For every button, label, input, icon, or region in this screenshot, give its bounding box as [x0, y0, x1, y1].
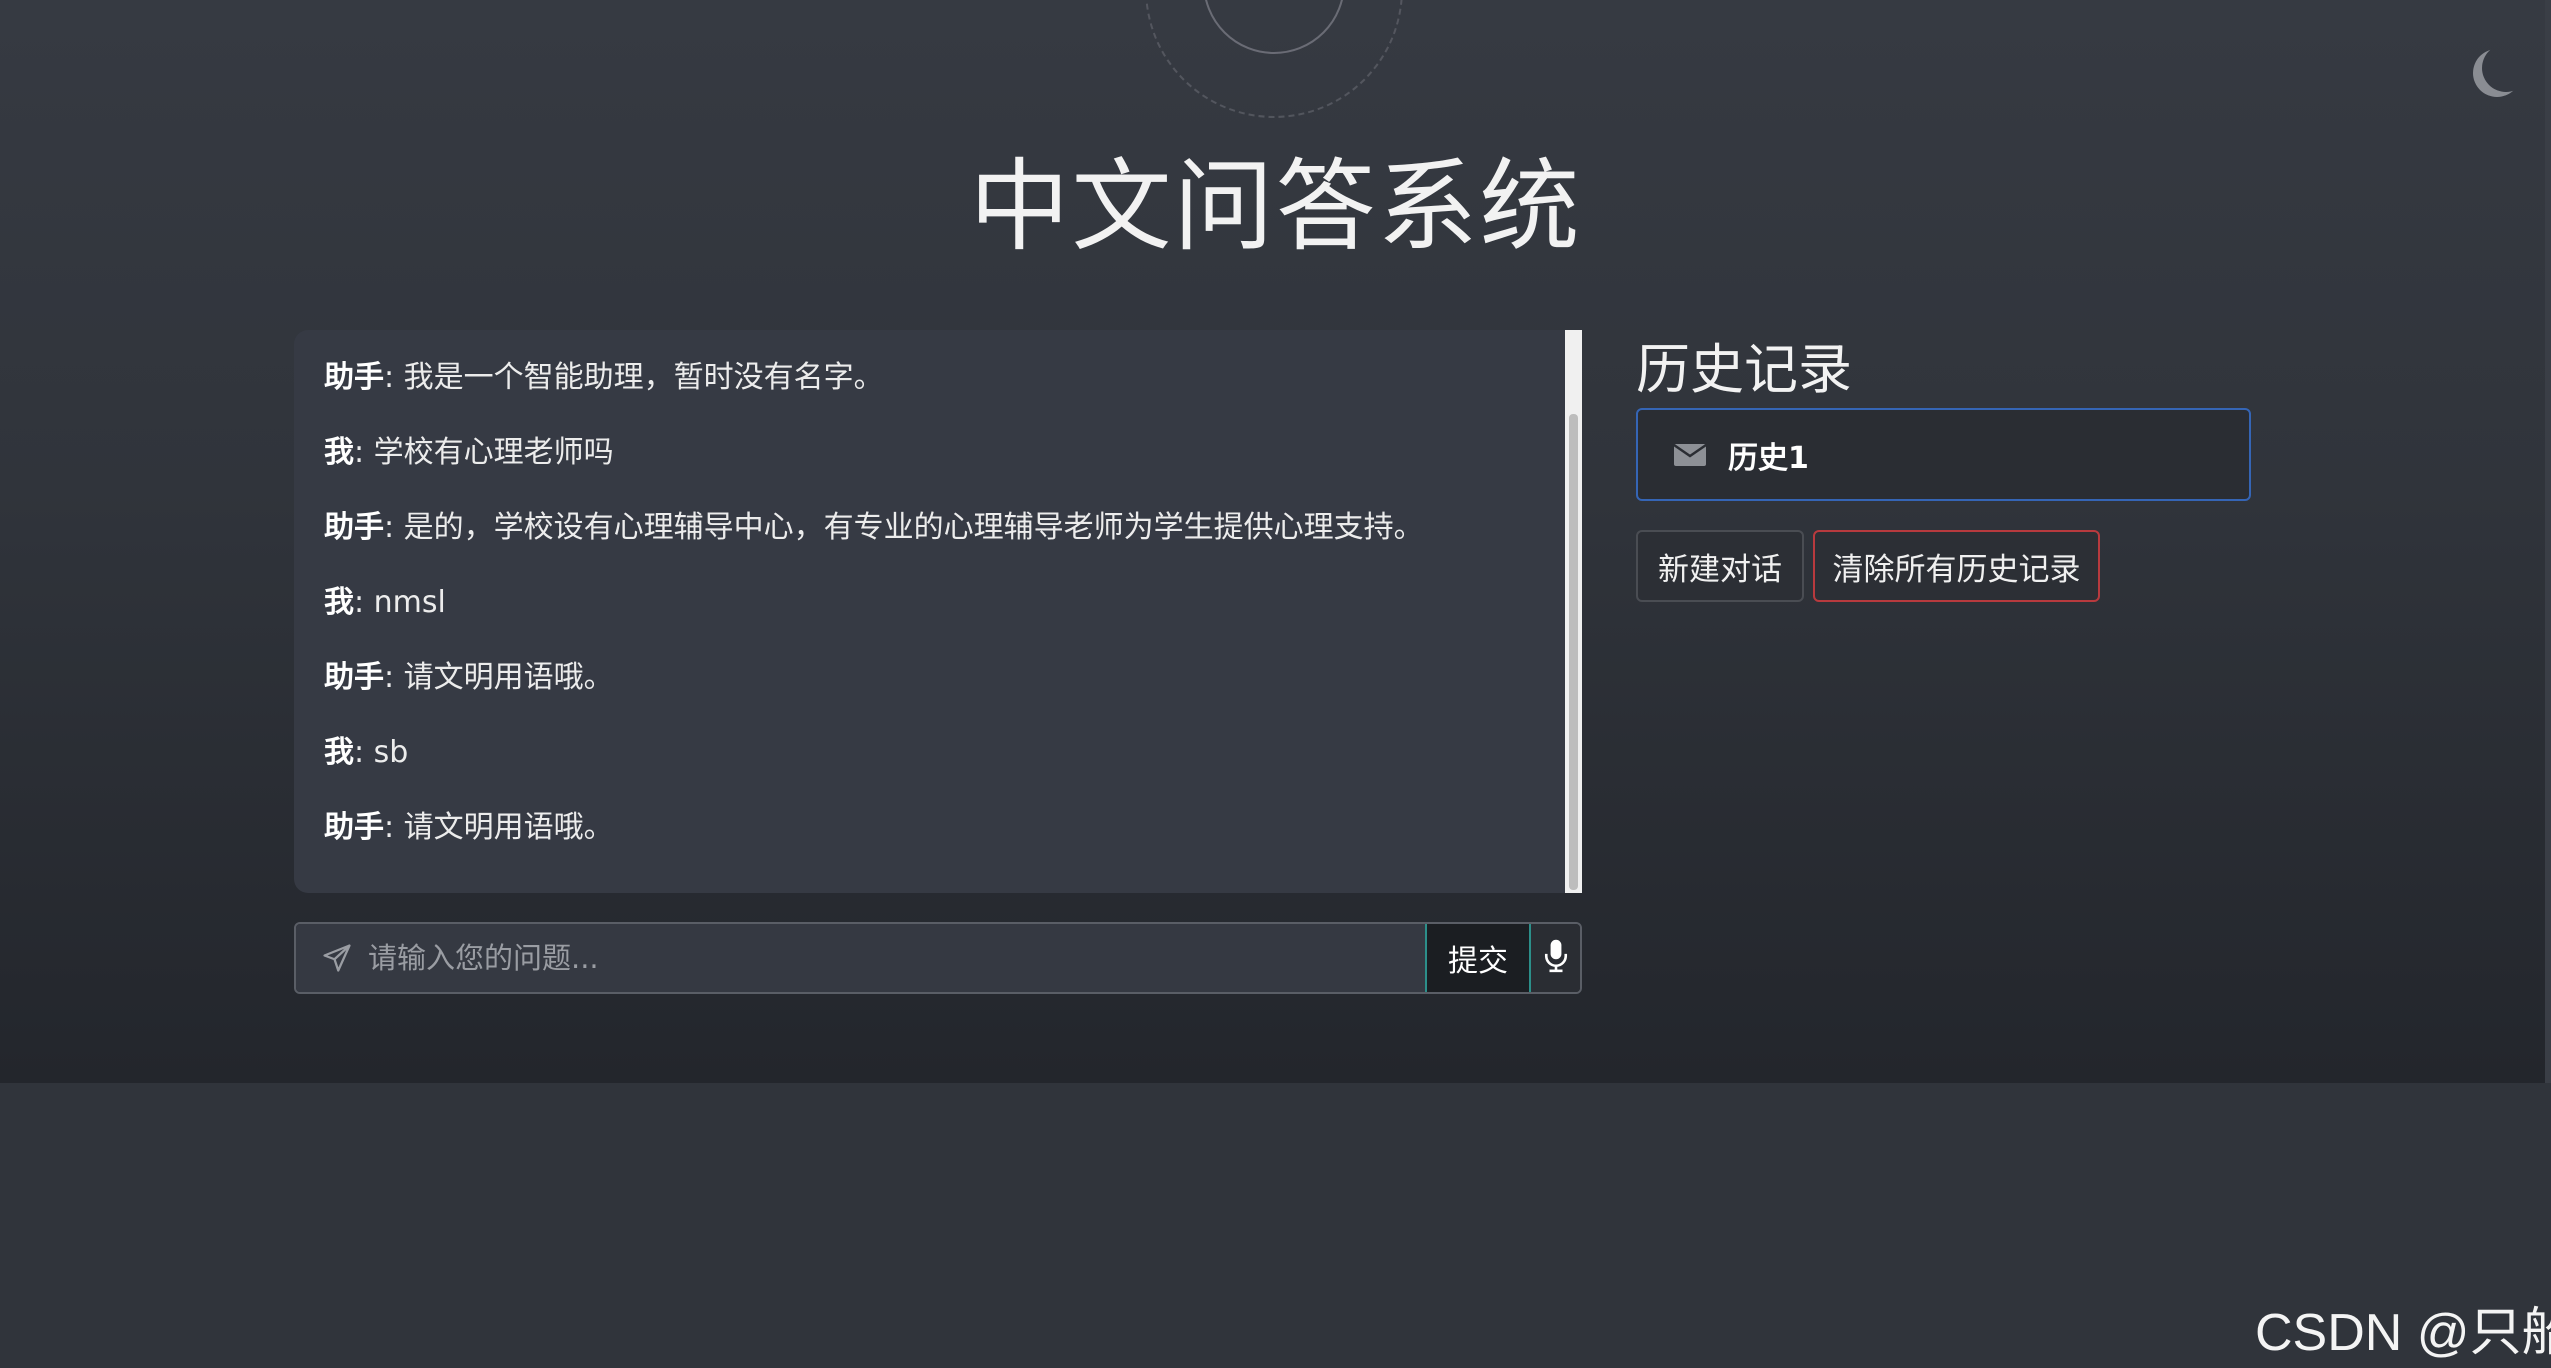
- chat-message: 助手: 是的，学校设有心理辅导中心，有专业的心理辅导老师为学生提供心理支持。: [324, 490, 1552, 565]
- chat-message: 助手: 请文明用语哦。: [324, 790, 1552, 865]
- message-speaker: 助手: [324, 660, 384, 695]
- chat-message: 助手: 我是一个智能助理，暂时没有名字。: [324, 340, 1552, 415]
- message-text: : sb: [354, 735, 409, 770]
- theme-toggle-button[interactable]: [2466, 40, 2526, 100]
- question-input-group: 提交: [294, 922, 1582, 994]
- chat-panel[interactable]: 助手: 我是一个智能助理，暂时没有名字。 我: 学校有心理老师吗 助手: 是的，…: [294, 330, 1582, 893]
- chat-message: 我: nmsl: [324, 565, 1552, 640]
- message-speaker: 我: [324, 735, 354, 770]
- message-text: : 请文明用语哦。: [384, 810, 614, 845]
- clear-history-button[interactable]: 清除所有历史记录: [1813, 530, 2100, 602]
- moon-icon: [2482, 44, 2530, 92]
- message-text: : 我是一个智能助理，暂时没有名字。: [384, 360, 884, 395]
- message-text: : 是的，学校设有心理辅导中心，有专业的心理辅导老师为学生提供心理支持。: [384, 510, 1424, 545]
- paper-plane-icon: [322, 943, 352, 973]
- message-speaker: 我: [324, 435, 354, 470]
- history-item-label: 历史1: [1728, 440, 1809, 476]
- scrollbar-thumb[interactable]: [1569, 414, 1578, 890]
- page-title: 中文问答系统: [969, 148, 1582, 265]
- question-input[interactable]: [352, 924, 1425, 992]
- message-speaker: 助手: [324, 810, 384, 845]
- chat-messages: 助手: 我是一个智能助理，暂时没有名字。 我: 学校有心理老师吗 助手: 是的，…: [294, 330, 1582, 865]
- message-speaker: 助手: [324, 510, 384, 545]
- footer-area: [0, 1083, 2551, 1368]
- chat-scrollbar[interactable]: [1565, 330, 1582, 893]
- chat-message: 我: 学校有心理老师吗: [324, 415, 1552, 490]
- history-item[interactable]: 历史1: [1636, 408, 2251, 501]
- message-text: : nmsl: [354, 585, 446, 620]
- watermark: CSDN @只船: [2255, 1304, 2551, 1362]
- chat-message: 我: sb: [324, 715, 1552, 790]
- message-speaker: 助手: [324, 360, 384, 395]
- envelope-icon: [1673, 443, 1707, 466]
- microphone-button[interactable]: [1531, 924, 1580, 992]
- microphone-icon: [1543, 938, 1569, 978]
- chat-message: 助手: 请文明用语哦。: [324, 640, 1552, 715]
- input-wrapper: [296, 924, 1425, 992]
- new-conversation-button[interactable]: 新建对话: [1636, 530, 1804, 602]
- message-text: : 请文明用语哦。: [384, 660, 614, 695]
- submit-button[interactable]: 提交: [1425, 924, 1531, 992]
- hero-section: 中文问答系统 助手: 我是一个智能助理，暂时没有名字。 我: 学校有心理老师吗 …: [0, 0, 2551, 1083]
- message-text: : 学校有心理老师吗: [354, 435, 614, 470]
- message-speaker: 我: [324, 585, 354, 620]
- history-title: 历史记录: [1636, 338, 1852, 401]
